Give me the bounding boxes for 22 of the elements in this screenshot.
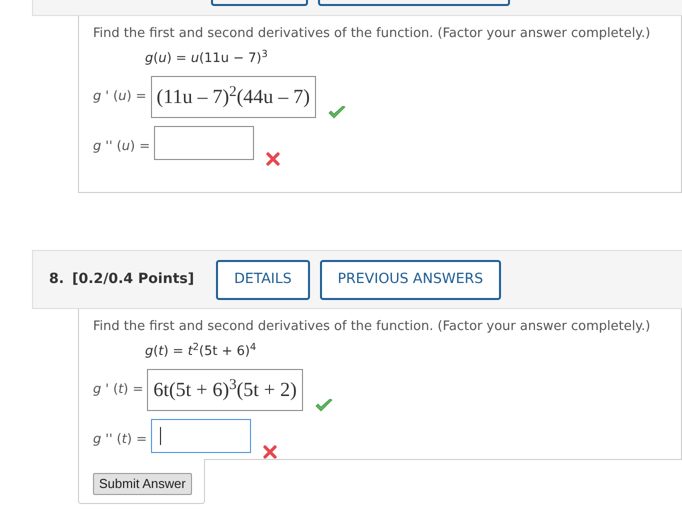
question-prompt: Find the first and second derivatives of the function. (Factor your answer completely.) xyxy=(93,318,652,336)
answer-label: g '' (u) = xyxy=(93,138,150,156)
question-prompt: Find the first and second derivatives of the function. (Factor your answer completely.) xyxy=(93,25,652,43)
cross-icon xyxy=(266,152,280,166)
answer-label: g ' (t) = xyxy=(93,381,144,399)
answer-label: g ' (u) = xyxy=(93,88,147,106)
answer-field[interactable] xyxy=(150,419,251,453)
question-points: [0.2/0.4 Points] xyxy=(72,270,194,289)
answer-field[interactable]: (11u – 7)$^{2}$(44u – 7) xyxy=(150,76,316,118)
header-button[interactable]: DETAILS xyxy=(216,260,310,300)
answer-field[interactable] xyxy=(154,126,254,160)
check-icon xyxy=(314,399,333,413)
submit-button[interactable]: Submit Answer xyxy=(93,473,192,494)
function-formula: g(u) = u(11u − 7)$^{3}$ xyxy=(145,48,269,68)
check-icon xyxy=(328,106,346,120)
answer-field[interactable]: 6t(5t + 6)$^{3}$(5t + 2) xyxy=(147,369,303,411)
question-number: 8. xyxy=(49,270,64,289)
answer-label: g '' (t) = xyxy=(93,431,147,449)
header-button[interactable]: PREVIOUS ANSWERS xyxy=(320,260,502,300)
function-formula: g(t) = t$^{2}$(5t + 6)$^{4}$ xyxy=(145,342,258,360)
cross-icon xyxy=(262,445,277,459)
text-cursor xyxy=(160,427,162,445)
